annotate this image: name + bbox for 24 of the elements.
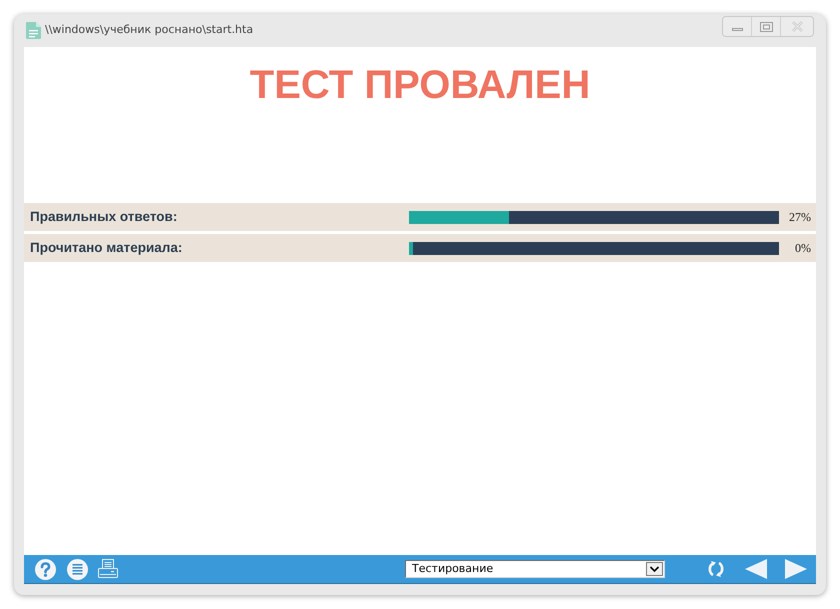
print-button[interactable] xyxy=(98,559,118,579)
left-triangle-icon xyxy=(745,559,767,579)
forward-button[interactable] xyxy=(785,559,807,579)
refresh-button[interactable] xyxy=(707,560,725,578)
document-icon xyxy=(26,22,41,39)
stat-label: Правильных ответов: xyxy=(30,208,178,226)
maximize-icon xyxy=(760,22,772,32)
result-heading: ТЕСТ ПРОВАЛЕН xyxy=(250,62,590,108)
help-button[interactable] xyxy=(35,558,56,580)
stat-label: Прочитано материала: xyxy=(30,238,184,257)
contents-button[interactable] xyxy=(67,558,88,580)
window-title: \\windows\учебник роснано\start.hta xyxy=(45,22,254,38)
right-triangle-icon xyxy=(785,559,807,579)
minimize-icon xyxy=(732,28,742,31)
stat-percent: 0% xyxy=(795,240,812,257)
help-icon xyxy=(35,558,56,580)
printer-icon xyxy=(98,559,118,579)
list-icon xyxy=(67,558,88,580)
close-icon xyxy=(792,21,802,32)
minimize-button[interactable] xyxy=(723,17,752,36)
back-button[interactable] xyxy=(745,559,767,579)
stat-percent: 27% xyxy=(789,209,812,226)
refresh-icon xyxy=(707,560,725,578)
section-dropdown[interactable]: Тестирование xyxy=(405,560,665,578)
